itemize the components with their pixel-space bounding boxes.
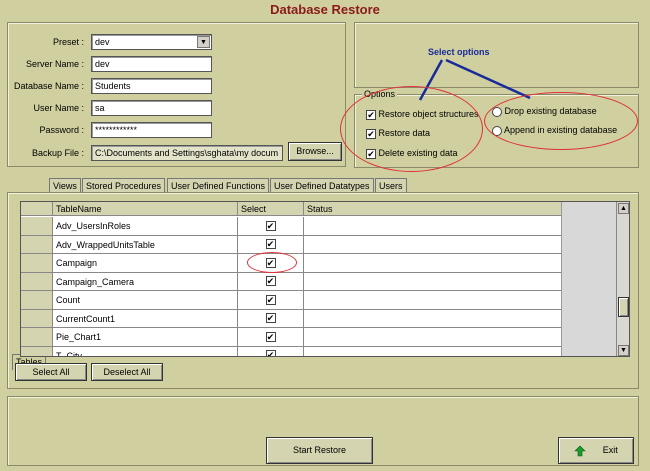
scroll-up-button[interactable]: ▲ (618, 203, 629, 214)
radio-highlight-ellipse (484, 92, 638, 150)
table-name-cell[interactable]: Adv_WrappedUnitsTable (53, 235, 238, 253)
select-cell: ✔ (238, 272, 304, 290)
table-name-cell[interactable]: Campaign_Camera (53, 272, 238, 290)
tables-grid[interactable]: TableName Select Status Adv_UsersInRoles… (20, 201, 630, 357)
deselect-all-button[interactable]: Deselect All (91, 363, 163, 381)
tab-users[interactable]: Users (375, 178, 407, 193)
exit-button[interactable]: Exit (558, 437, 634, 464)
select-cell: ✔ (238, 235, 304, 253)
scroll-thumb[interactable] (618, 297, 629, 317)
tab-views[interactable]: Views (49, 178, 81, 193)
scroll-down-button[interactable]: ▼ (618, 345, 629, 356)
select-cell: ✔ (238, 309, 304, 327)
status-cell (304, 273, 561, 291)
status-cell (304, 236, 561, 254)
table-row[interactable]: Count ✔ (21, 291, 561, 310)
table-row[interactable]: Pie_Chart1 ✔ (21, 328, 561, 347)
column-header-status[interactable]: Status (304, 202, 561, 215)
row-header[interactable] (21, 254, 53, 272)
table-row[interactable]: Adv_WrappedUnitsTable ✔ (21, 235, 561, 254)
select-cell: ✔ (238, 346, 304, 356)
row-header[interactable] (21, 217, 53, 235)
row-header[interactable] (21, 309, 53, 327)
tab-user-defined-datatypes[interactable]: User Defined Datatypes (270, 178, 374, 193)
grid-header-row: TableName Select Status (21, 202, 561, 216)
column-header-select[interactable]: Select (238, 202, 304, 215)
status-cell (304, 291, 561, 309)
status-cell (304, 310, 561, 328)
select-checkbox[interactable]: ✔ (265, 350, 276, 356)
status-cell (304, 254, 561, 272)
tab-stored-procedures[interactable]: Stored Procedures (82, 178, 166, 193)
row-header[interactable] (21, 346, 53, 356)
table-row[interactable]: CurrentCount1 ✔ (21, 309, 561, 328)
grid-vertical-scrollbar[interactable]: ▲ ▼ (616, 202, 629, 356)
select-all-button[interactable]: Select All (15, 363, 87, 381)
table-row[interactable]: Adv_UsersInRoles ✔ (21, 217, 561, 236)
start-restore-button[interactable]: Start Restore (266, 437, 373, 464)
select-cell: ✔ (238, 217, 304, 235)
status-cell (304, 328, 561, 346)
grid-filler (561, 202, 616, 356)
select-checkbox[interactable]: ✔ (265, 220, 276, 231)
options-highlight-ellipse (340, 86, 483, 172)
select-checkbox[interactable]: ✔ (265, 276, 276, 287)
status-cell (304, 217, 561, 235)
select-checkbox[interactable]: ✔ (265, 313, 276, 324)
column-header-tablename[interactable]: TableName (53, 202, 238, 215)
select-checkbox[interactable]: ✔ (265, 239, 276, 250)
table-name-cell[interactable]: Count (53, 291, 238, 309)
table-row[interactable]: Campaign_Camera ✔ (21, 272, 561, 291)
select-cell: ✔ (238, 328, 304, 346)
table-row[interactable]: T_City ✔ (21, 346, 561, 357)
table-name-cell[interactable]: Campaign (53, 254, 238, 272)
row-header[interactable] (21, 291, 53, 309)
select-checkbox[interactable]: ✔ (265, 294, 276, 305)
table-name-cell[interactable]: Adv_UsersInRoles (53, 217, 238, 235)
select-checkbox[interactable]: ✔ (265, 331, 276, 342)
row-header[interactable] (21, 235, 53, 253)
table-name-cell[interactable]: Pie_Chart1 (53, 328, 238, 346)
table-name-cell[interactable]: T_City (53, 346, 238, 356)
table-name-cell[interactable]: CurrentCount1 (53, 309, 238, 327)
exit-label: Exit (602, 445, 618, 455)
status-cell (304, 347, 561, 357)
campaign-select-highlight (247, 252, 297, 273)
select-cell: ✔ (238, 291, 304, 309)
tab-user-defined-functions[interactable]: User Defined Functions (167, 178, 270, 193)
exit-arrow-icon (574, 445, 586, 456)
row-header[interactable] (21, 272, 53, 290)
tab-strip: Tables Views Stored Procedures User Defi… (12, 178, 632, 370)
row-header[interactable] (21, 328, 53, 346)
